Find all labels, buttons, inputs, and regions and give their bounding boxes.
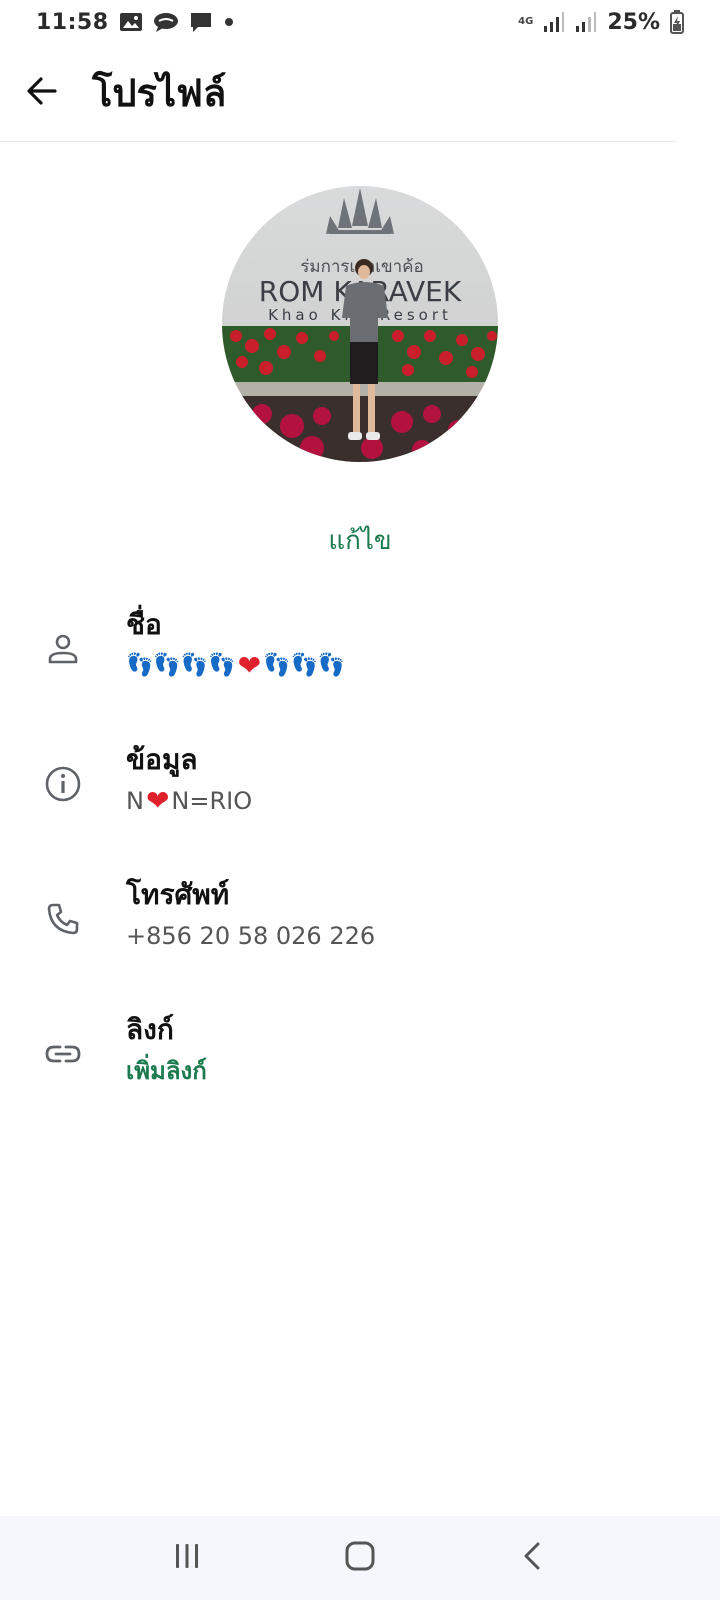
status-right: 4G 25% (518, 10, 684, 35)
add-link-button[interactable]: เพิ่มลิงก์ (126, 1051, 207, 1091)
about-value-part2: N=RIO (171, 787, 253, 815)
phone-value: +856 20 58 026 226 (126, 922, 376, 950)
app-bar: โปรไฟล์ (0, 44, 676, 142)
about-label: ข้อมูล (126, 743, 198, 776)
phone-texts: โทรศัพท์ +856 20 58 026 226 (126, 876, 375, 956)
network-type: 4G (518, 16, 534, 27)
phone-icon (40, 896, 86, 942)
signal-icon (575, 11, 597, 33)
gallery-icon (119, 11, 143, 33)
recent-apps-icon (172, 1541, 202, 1575)
heart-icon: ❤ (237, 649, 262, 682)
dot-icon (223, 16, 235, 28)
heart-icon: ❤ (145, 784, 170, 817)
phone-label: โทรศัพท์ (126, 878, 230, 911)
nav-back-icon (518, 1541, 548, 1575)
profile-photo[interactable]: ร่มการเวกเขาค้อ ROM KARAVEK Khao Kho Res… (222, 186, 498, 462)
links-texts: ลิงก์ เพิ่มลิงก์ (126, 1011, 207, 1091)
status-time: 11:58 (36, 9, 109, 35)
name-row[interactable]: ชื่อ 👣👣👣👣 ❤ 👣👣👣 (0, 598, 720, 733)
profile-info-list: ชื่อ 👣👣👣👣 ❤ 👣👣👣 ข้อมูล N ❤ N=RIO โทรศัพท… (0, 598, 720, 1138)
nav-back-button[interactable] (473, 1516, 593, 1600)
back-button[interactable] (0, 44, 84, 142)
link-icon (40, 1031, 86, 1077)
edit-photo-link[interactable]: แก้ไข (0, 520, 720, 561)
signal-icon (543, 11, 565, 33)
about-texts: ข้อมูล N ❤ N=RIO (126, 741, 252, 821)
phone-row[interactable]: โทรศัพท์ +856 20 58 026 226 (0, 868, 720, 1003)
about-value-part1: N (126, 787, 144, 815)
chat-bubble-icon (153, 11, 179, 33)
name-value: 👣👣👣👣 ❤ 👣👣👣 (126, 646, 345, 686)
battery-percent: 25% (607, 9, 660, 35)
about-row[interactable]: ข้อมูล N ❤ N=RIO (0, 733, 720, 868)
page-title: โปรไฟล์ (92, 71, 227, 115)
arrow-left-icon (25, 74, 59, 112)
links-label: ลิงก์ (126, 1013, 174, 1046)
name-value-part2: 👣👣👣 (263, 653, 346, 678)
system-nav-bar (0, 1516, 720, 1600)
home-icon (344, 1540, 376, 1576)
home-button[interactable] (300, 1516, 420, 1600)
message-icon (189, 11, 213, 33)
status-left: 11:58 (36, 10, 235, 35)
status-bar: 11:58 4G 25% (0, 0, 720, 44)
about-value: N ❤ N=RIO (126, 781, 252, 821)
recent-apps-button[interactable] (127, 1516, 247, 1600)
person-icon (40, 626, 86, 672)
battery-charging-icon (670, 10, 684, 34)
profile-screen: 11:58 4G 25% โปรไฟล์ ROM KARAVEK Khao Re… (0, 0, 720, 1600)
links-row[interactable]: ลิงก์ เพิ่มลิงก์ (0, 1003, 720, 1138)
info-icon (40, 761, 86, 807)
name-value-part1: 👣👣👣👣 (126, 653, 236, 678)
name-label: ชื่อ (126, 608, 162, 641)
name-texts: ชื่อ 👣👣👣👣 ❤ 👣👣👣 (126, 606, 345, 686)
